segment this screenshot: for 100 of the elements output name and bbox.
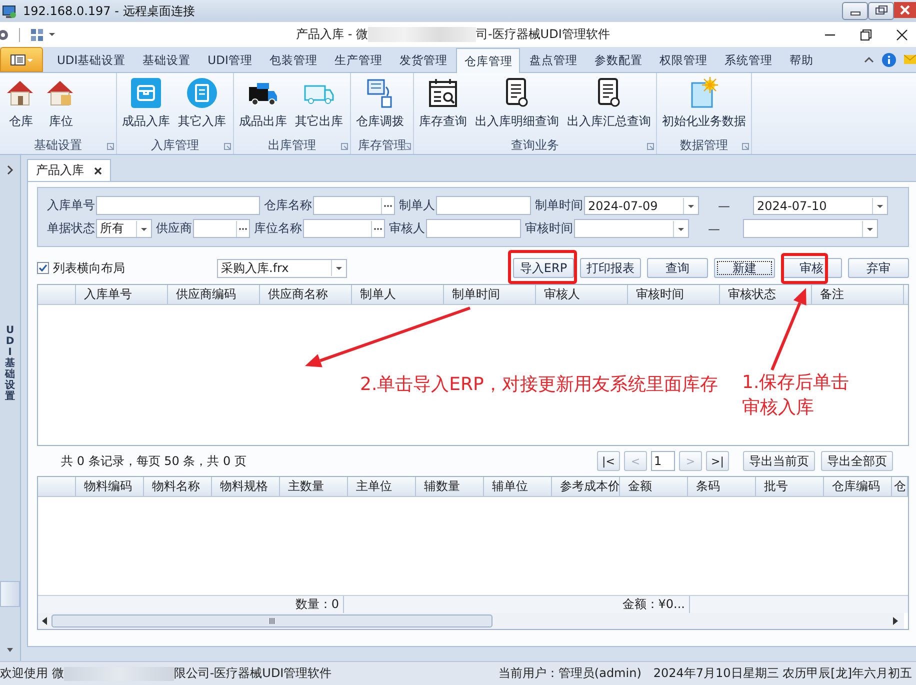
- ribbon-button[interactable]: 库位: [42, 77, 80, 137]
- menu-tab[interactable]: 盘点管理: [521, 48, 586, 72]
- close-button[interactable]: [896, 28, 908, 40]
- date-field[interactable]: [743, 219, 878, 238]
- lookup-field[interactable]: [303, 219, 385, 238]
- ribbon-button[interactable]: 成品出库: [236, 77, 290, 137]
- toolbar-button[interactable]: 弃审: [848, 258, 909, 278]
- column-header[interactable]: 条码: [688, 477, 756, 496]
- pager-button[interactable]: |<: [597, 451, 620, 471]
- menu-tab[interactable]: 基础设置: [134, 48, 199, 72]
- column-header[interactable]: 制单人: [352, 285, 444, 304]
- expand-icon[interactable]: [6, 165, 14, 175]
- document-tab[interactable]: 产品入库: [27, 159, 111, 181]
- toolbar-button[interactable]: 新建: [714, 258, 775, 278]
- column-header[interactable]: 入库单号: [76, 285, 168, 304]
- column-header[interactable]: 仓库编码: [824, 477, 892, 496]
- column-header[interactable]: 物料规格: [212, 477, 280, 496]
- window-title: 司-医疗器械UDI管理软件: [476, 26, 610, 43]
- dialog-launcher-icon[interactable]: [107, 143, 114, 150]
- app-menu-button[interactable]: [0, 47, 43, 72]
- info-icon[interactable]: [882, 52, 896, 66]
- export-button[interactable]: 导出当前页: [743, 451, 815, 471]
- column-header[interactable]: 审核时间: [628, 285, 720, 304]
- dropdown-field[interactable]: 所有: [96, 219, 152, 238]
- restore-button[interactable]: [860, 28, 872, 40]
- ribbon-button[interactable]: 其它入库: [175, 77, 229, 137]
- ellipsis-icon[interactable]: [371, 220, 384, 236]
- menu-tab[interactable]: 包装管理: [261, 48, 326, 72]
- column-header[interactable]: 制单时间: [444, 285, 536, 304]
- column-header[interactable]: 辅数量: [416, 477, 484, 496]
- menu-tab[interactable]: 帮助: [781, 48, 822, 72]
- scroll-down-icon[interactable]: [6, 647, 14, 653]
- date-field[interactable]: [574, 219, 689, 238]
- column-header[interactable]: 辅单位: [484, 477, 552, 496]
- field-label: 库位名称: [254, 220, 302, 237]
- date-field[interactable]: 2024-07-09: [584, 196, 699, 215]
- ribbon-button[interactable]: 仓库: [2, 77, 40, 137]
- column-header[interactable]: 主单位: [348, 477, 416, 496]
- minimize-button[interactable]: [842, 2, 868, 20]
- menu-tab[interactable]: 生产管理: [326, 48, 390, 72]
- column-header[interactable]: 主数量: [280, 477, 348, 496]
- export-button[interactable]: 导出全部页: [821, 451, 893, 471]
- menu-tab[interactable]: UDI管理: [200, 48, 260, 72]
- dialog-launcher-icon[interactable]: [647, 143, 654, 150]
- page-number-field[interactable]: 1: [651, 451, 675, 471]
- ribbon-button[interactable]: 其它出库: [292, 77, 346, 137]
- column-header[interactable]: 备注: [812, 285, 904, 304]
- column-header[interactable]: 供应商名称: [260, 285, 352, 304]
- menu-tab[interactable]: UDI基础设置: [49, 48, 134, 72]
- column-header[interactable]: 仓: [892, 477, 908, 496]
- ribbon-button[interactable]: 出入库汇总查询: [564, 77, 654, 137]
- ribbon-button[interactable]: 成品入库: [119, 77, 173, 137]
- dialog-launcher-icon[interactable]: [341, 143, 348, 150]
- ribbon-button[interactable]: 出入库明细查询: [472, 77, 562, 137]
- column-header[interactable]: 供应商编码: [168, 285, 260, 304]
- checkbox[interactable]: [37, 262, 49, 274]
- dialog-launcher-icon[interactable]: [742, 143, 749, 150]
- input-field[interactable]: [96, 196, 260, 215]
- input-field[interactable]: [426, 219, 521, 238]
- menu-tab[interactable]: 参数配置: [586, 48, 650, 72]
- toolbar-button[interactable]: 查询: [647, 258, 708, 278]
- ribbon-button[interactable]: 仓库调拨: [353, 77, 407, 137]
- restore-button[interactable]: [868, 2, 894, 20]
- column-header[interactable]: 审核人: [536, 285, 628, 304]
- toolbar-button[interactable]: 导入ERP: [513, 258, 574, 278]
- date-field[interactable]: 2024-07-10: [753, 196, 888, 215]
- input-field[interactable]: [436, 196, 531, 215]
- lookup-field[interactable]: [193, 219, 250, 238]
- pager-button[interactable]: >|: [706, 451, 729, 471]
- field-label: 审核时间: [525, 220, 573, 237]
- column-header[interactable]: 金额: [620, 477, 688, 496]
- group-label: 查询业务: [511, 137, 559, 154]
- menu-tab[interactable]: 发货管理: [391, 48, 456, 72]
- horizontal-scrollbar[interactable]: [38, 613, 904, 629]
- column-header[interactable]: 批号: [756, 477, 824, 496]
- group-label: 出库管理: [268, 137, 316, 154]
- total-label: 金额：¥0...: [622, 597, 685, 611]
- dropdown-field[interactable]: 采购入库.frx: [217, 258, 347, 278]
- app-menu-icon: [10, 54, 34, 66]
- ribbon-button[interactable]: 初始化业务数据: [659, 77, 749, 137]
- caret-icon[interactable]: [48, 30, 56, 38]
- toolbar-button[interactable]: 审核: [781, 258, 842, 278]
- ribbon-button[interactable]: 库存查询: [416, 77, 470, 137]
- side-panel-label[interactable]: UDI基础设置: [5, 325, 15, 402]
- range-separator: —: [717, 198, 731, 212]
- close-icon[interactable]: [94, 166, 102, 174]
- dialog-launcher-icon[interactable]: [404, 143, 411, 150]
- layout-icon[interactable]: [30, 26, 44, 42]
- scrollbar-thumb[interactable]: [0, 581, 20, 607]
- ellipsis-icon[interactable]: [381, 198, 394, 214]
- dialog-launcher-icon[interactable]: [224, 143, 231, 150]
- menu-tab[interactable]: 系统管理: [716, 48, 780, 72]
- column-header[interactable]: 物料编码: [76, 477, 144, 496]
- column-header[interactable]: 物料名称: [144, 477, 212, 496]
- toolbar-button[interactable]: 打印报表: [580, 258, 641, 278]
- lookup-field[interactable]: [313, 196, 395, 215]
- ellipsis-icon[interactable]: [236, 220, 249, 236]
- menu-tab[interactable]: 权限管理: [651, 48, 716, 72]
- menu-tab[interactable]: 仓库管理: [456, 48, 520, 73]
- collapse-ribbon-icon[interactable]: [864, 54, 874, 64]
